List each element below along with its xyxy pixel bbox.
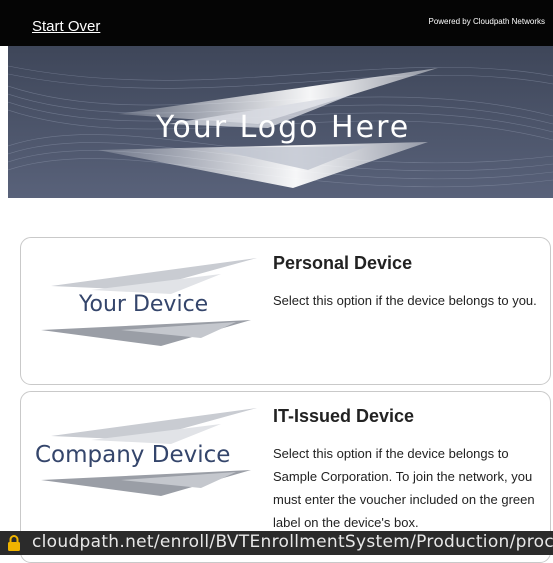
company-device-image: Company Device <box>21 392 261 538</box>
browser-status-bar: cloudpath.net/enroll/BVTEnrollmentSystem… <box>0 531 553 555</box>
lock-icon <box>7 534 21 555</box>
top-bar: Start Over Powered by Cloudpath Networks <box>0 0 553 46</box>
logo-text: Your Logo Here <box>156 110 411 145</box>
powered-by-text: Powered by Cloudpath Networks <box>428 17 545 26</box>
start-over-link[interactable]: Start Over <box>32 18 100 35</box>
it-issued-device-title: IT-Issued Device <box>273 406 415 426</box>
personal-device-description: Select this option if the device belongs… <box>273 293 537 308</box>
personal-device-image: Your Device <box>21 238 261 384</box>
company-device-image-label: Company Device <box>35 442 231 468</box>
personal-device-option[interactable]: Your Device Personal Device Select this … <box>20 237 551 385</box>
it-issued-device-description: Select this option if the device belongs… <box>273 446 535 530</box>
status-url: cloudpath.net/enroll/BVTEnrollmentSystem… <box>32 532 553 552</box>
logo-banner: Your Logo Here <box>8 46 553 198</box>
personal-device-title: Personal Device <box>273 253 413 273</box>
personal-device-image-label: Your Device <box>79 292 209 317</box>
